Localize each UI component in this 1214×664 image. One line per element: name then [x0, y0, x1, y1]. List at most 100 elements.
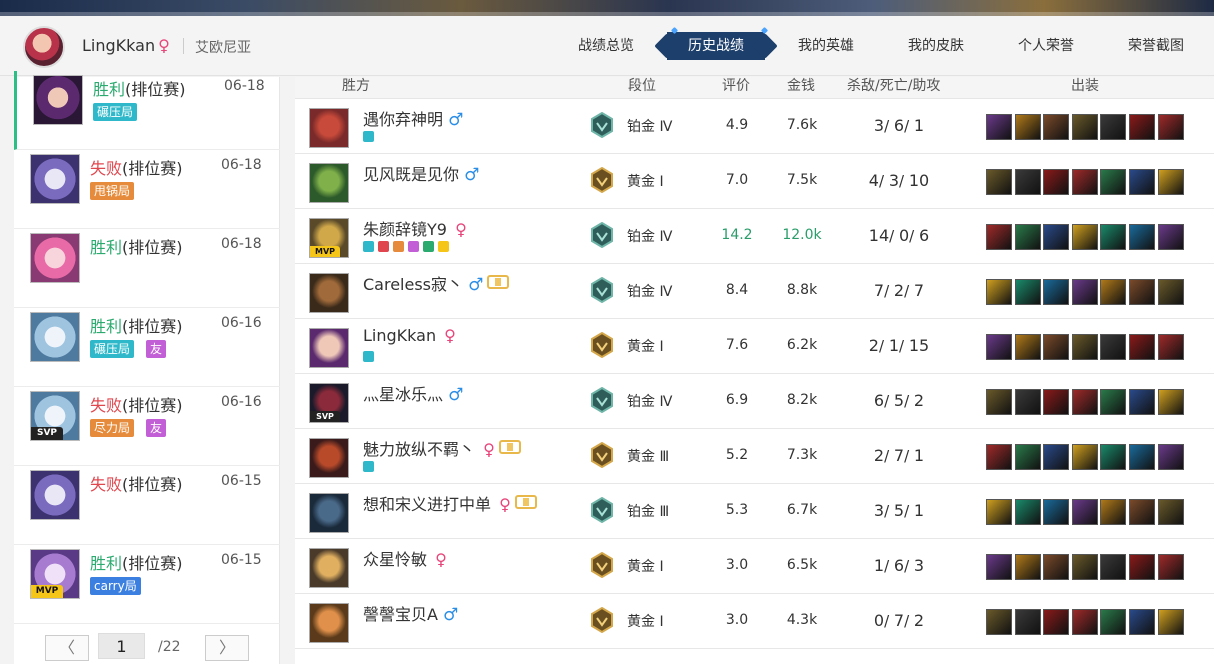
player-name[interactable]: Careless寂丶 ♂	[363, 271, 510, 295]
champion-avatar[interactable]	[309, 328, 349, 368]
champion-avatar[interactable]	[309, 163, 349, 203]
table-row[interactable]: LingKkan ♀ 黄金 Ⅰ 7.6 6.2k 2/ 1/ 15	[295, 319, 1214, 374]
tab-my-skins[interactable]: 我的皮肤	[908, 32, 964, 60]
item-icon[interactable]	[1071, 279, 1098, 305]
item-icon[interactable]	[1100, 609, 1127, 635]
player-name[interactable]: 众星怜敏 ♀	[363, 546, 447, 570]
item-icon[interactable]	[1157, 499, 1184, 525]
champion-avatar[interactable]	[309, 273, 349, 313]
item-icon[interactable]	[1014, 609, 1041, 635]
item-icon[interactable]	[1157, 224, 1184, 250]
match-item[interactable]: 胜利(排位赛) 06-18	[14, 229, 280, 308]
item-icon[interactable]	[1071, 169, 1098, 195]
item-icon[interactable]	[1157, 444, 1184, 470]
item-icon[interactable]	[1128, 554, 1155, 580]
item-icon[interactable]	[1157, 609, 1184, 635]
item-icon[interactable]	[1014, 279, 1041, 305]
item-icon[interactable]	[1100, 499, 1127, 525]
match-item[interactable]: 胜利(排位赛) 06-18 碾压局	[14, 71, 280, 150]
item-icon[interactable]	[986, 279, 1012, 305]
champion-avatar[interactable]: MVP	[309, 218, 349, 258]
table-row[interactable]: 想和宋义进打中单 ♀ 铂金 Ⅲ 5.3 6.7k 3/ 5/ 1	[295, 484, 1214, 539]
player-name[interactable]: 魅力放纵不羁丶 ♀	[363, 436, 521, 460]
item-icon[interactable]	[1128, 499, 1155, 525]
item-icon[interactable]	[1043, 334, 1070, 360]
profile-avatar[interactable]	[23, 26, 65, 68]
item-icon[interactable]	[1043, 444, 1070, 470]
item-icon[interactable]	[1157, 554, 1184, 580]
item-icon[interactable]	[1014, 114, 1041, 140]
player-name[interactable]: 见风既是见你 ♂	[363, 161, 479, 185]
champion-avatar[interactable]: SVP	[309, 383, 349, 423]
item-icon[interactable]	[986, 334, 1012, 360]
item-icon[interactable]	[1157, 334, 1184, 360]
player-name[interactable]: 灬星冰乐灬 ♂	[363, 381, 463, 405]
table-row[interactable]: 见风既是见你 ♂ 黄金 Ⅰ 7.0 7.5k 4/ 3/ 10	[295, 154, 1214, 209]
table-row[interactable]: Careless寂丶 ♂ 铂金 Ⅳ 8.4 8.8k 7/ 2/ 7	[295, 264, 1214, 319]
item-icon[interactable]	[1128, 389, 1155, 415]
item-icon[interactable]	[1128, 334, 1155, 360]
table-row[interactable]: 众星怜敏 ♀ 黄金 Ⅰ 3.0 6.5k 1/ 6/ 3	[295, 539, 1214, 594]
item-icon[interactable]	[1043, 279, 1070, 305]
item-icon[interactable]	[1100, 444, 1127, 470]
item-icon[interactable]	[1014, 554, 1041, 580]
item-icon[interactable]	[1100, 554, 1127, 580]
item-icon[interactable]	[1128, 169, 1155, 195]
item-icon[interactable]	[1014, 444, 1041, 470]
tab-my-heroes[interactable]: 我的英雄	[798, 32, 854, 60]
tab-history[interactable]: 历史战绩	[667, 32, 765, 60]
item-icon[interactable]	[1014, 389, 1041, 415]
table-row[interactable]: SVP 灬星冰乐灬 ♂ 铂金 Ⅳ 6.9 8.2k 6/ 5/ 2	[295, 374, 1214, 429]
match-item[interactable]: 失败(排位赛) 06-15	[14, 466, 280, 545]
table-row[interactable]: 魅力放纵不羁丶 ♀ 黄金 Ⅲ 5.2 7.3k 2/ 7/ 1	[295, 429, 1214, 484]
item-icon[interactable]	[986, 114, 1012, 140]
next-page-button[interactable]: 〉	[205, 635, 249, 661]
item-icon[interactable]	[986, 554, 1012, 580]
table-row[interactable]: 遇你弃神明 ♂ 铂金 Ⅳ 4.9 7.6k 3/ 6/ 1	[295, 99, 1214, 154]
item-icon[interactable]	[1157, 114, 1184, 140]
item-icon[interactable]	[1157, 169, 1184, 195]
item-icon[interactable]	[1071, 114, 1098, 140]
item-icon[interactable]	[1157, 279, 1184, 305]
item-icon[interactable]	[986, 389, 1012, 415]
player-name[interactable]: 謦謦宝贝A ♂	[363, 601, 458, 625]
champion-avatar[interactable]	[309, 493, 349, 533]
item-icon[interactable]	[1043, 609, 1070, 635]
item-icon[interactable]	[986, 444, 1012, 470]
item-icon[interactable]	[1014, 499, 1041, 525]
item-icon[interactable]	[1071, 389, 1098, 415]
champion-avatar[interactable]	[309, 438, 349, 478]
tab-screenshots[interactable]: 荣誉截图	[1128, 32, 1184, 60]
match-item[interactable]: SVP 失败(排位赛) 06-16 尽力局 友	[14, 387, 280, 466]
item-icon[interactable]	[1071, 224, 1098, 250]
prev-page-button[interactable]: 〈	[45, 635, 89, 661]
item-icon[interactable]	[986, 224, 1012, 250]
item-icon[interactable]	[1043, 554, 1070, 580]
item-icon[interactable]	[1128, 224, 1155, 250]
item-icon[interactable]	[1128, 279, 1155, 305]
item-icon[interactable]	[1014, 334, 1041, 360]
table-row[interactable]: MVP 朱颜辞镜Y9 ♀ 铂金 Ⅳ 14.2 12.0k 14/ 0/ 6	[295, 209, 1214, 264]
item-icon[interactable]	[1157, 389, 1184, 415]
item-icon[interactable]	[1043, 389, 1070, 415]
item-icon[interactable]	[1043, 499, 1070, 525]
page-number-input[interactable]	[98, 633, 145, 659]
item-icon[interactable]	[1100, 114, 1127, 140]
item-icon[interactable]	[1043, 114, 1070, 140]
item-icon[interactable]	[1071, 334, 1098, 360]
table-row[interactable]: 謦謦宝贝A ♂ 黄金 Ⅰ 3.0 4.3k 0/ 7/ 2	[295, 594, 1214, 649]
item-icon[interactable]	[1100, 169, 1127, 195]
item-icon[interactable]	[1071, 554, 1098, 580]
item-icon[interactable]	[1043, 224, 1070, 250]
item-icon[interactable]	[986, 169, 1012, 195]
item-icon[interactable]	[1043, 169, 1070, 195]
item-icon[interactable]	[986, 609, 1012, 635]
item-icon[interactable]	[1100, 389, 1127, 415]
player-name[interactable]: 遇你弃神明 ♂	[363, 106, 463, 130]
champion-avatar[interactable]	[309, 548, 349, 588]
champion-avatar[interactable]	[309, 108, 349, 148]
item-icon[interactable]	[1014, 169, 1041, 195]
item-icon[interactable]	[1014, 224, 1041, 250]
item-icon[interactable]	[1071, 444, 1098, 470]
match-item[interactable]: 失败(排位赛) 06-18 甩锅局	[14, 150, 280, 229]
